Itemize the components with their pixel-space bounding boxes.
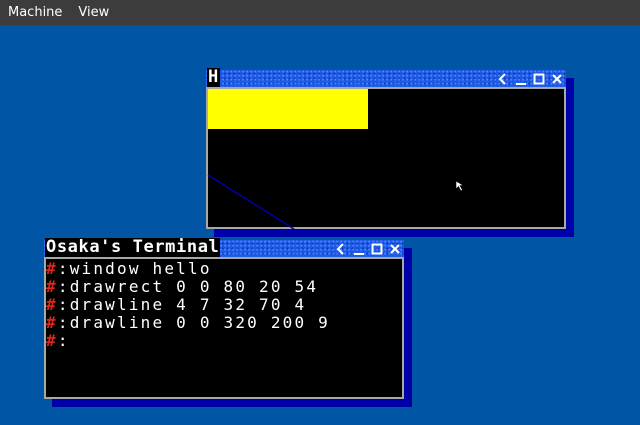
terminal-window[interactable]: Osaka's Terminal #: window hello #: drawre… — [44, 237, 412, 407]
minimize-icon[interactable] — [514, 72, 528, 86]
graphics-window[interactable]: H — [206, 67, 574, 237]
prompt-separator: : — [57, 276, 70, 296]
prompt-symbol: # — [46, 259, 58, 278]
terminal-titlebar[interactable]: Osaka's Terminal — [44, 237, 404, 259]
command-text: window hello — [69, 259, 212, 278]
minimize-icon[interactable] — [352, 242, 366, 256]
prompt-separator: : — [57, 330, 70, 350]
prompt-symbol: # — [46, 294, 58, 314]
maximize-icon[interactable] — [532, 72, 546, 86]
prompt-symbol: # — [46, 276, 58, 296]
terminal-input-line[interactable]: #: — [46, 330, 404, 350]
prompt-symbol: # — [46, 312, 58, 332]
prompt-separator: : — [57, 312, 70, 332]
terminal-line: #: drawrect 0 0 80 20 54 — [46, 276, 404, 296]
window-title: Osaka's Terminal — [45, 237, 221, 257]
command-text: drawrect 0 0 80 20 54 — [69, 276, 319, 296]
menu-machine[interactable]: Machine — [0, 0, 70, 25]
graphics-canvas[interactable] — [206, 89, 566, 229]
prompt-separator: : — [57, 294, 70, 314]
prompt-symbol: # — [46, 330, 58, 350]
back-arrow-icon[interactable] — [496, 72, 510, 86]
terminal-line: #: drawline 0 0 320 200 9 — [46, 312, 404, 332]
close-icon[interactable] — [388, 242, 402, 256]
command-text: drawline 0 0 320 200 9 — [69, 312, 331, 332]
close-icon[interactable] — [550, 72, 564, 86]
terminal-line: #: drawline 4 7 32 70 4 — [46, 294, 404, 314]
command-text: drawline 4 7 32 70 4 — [69, 294, 307, 314]
window-title: H — [207, 67, 220, 87]
terminal-output[interactable]: #: window hello #: drawrect 0 0 80 20 54 #… — [44, 259, 404, 399]
prompt-separator: : — [57, 259, 70, 278]
maximize-icon[interactable] — [370, 242, 384, 256]
graphics-titlebar[interactable]: H — [206, 67, 566, 89]
drawing-surface — [207, 89, 368, 229]
back-arrow-icon[interactable] — [334, 242, 348, 256]
mouse-pointer-icon — [455, 180, 465, 192]
drawn-line — [207, 174, 295, 229]
terminal-line: #: window hello — [46, 259, 404, 278]
menu-view[interactable]: View — [70, 0, 117, 25]
menu-bar: Machine View — [0, 0, 640, 25]
drawn-rectangle — [208, 89, 368, 129]
